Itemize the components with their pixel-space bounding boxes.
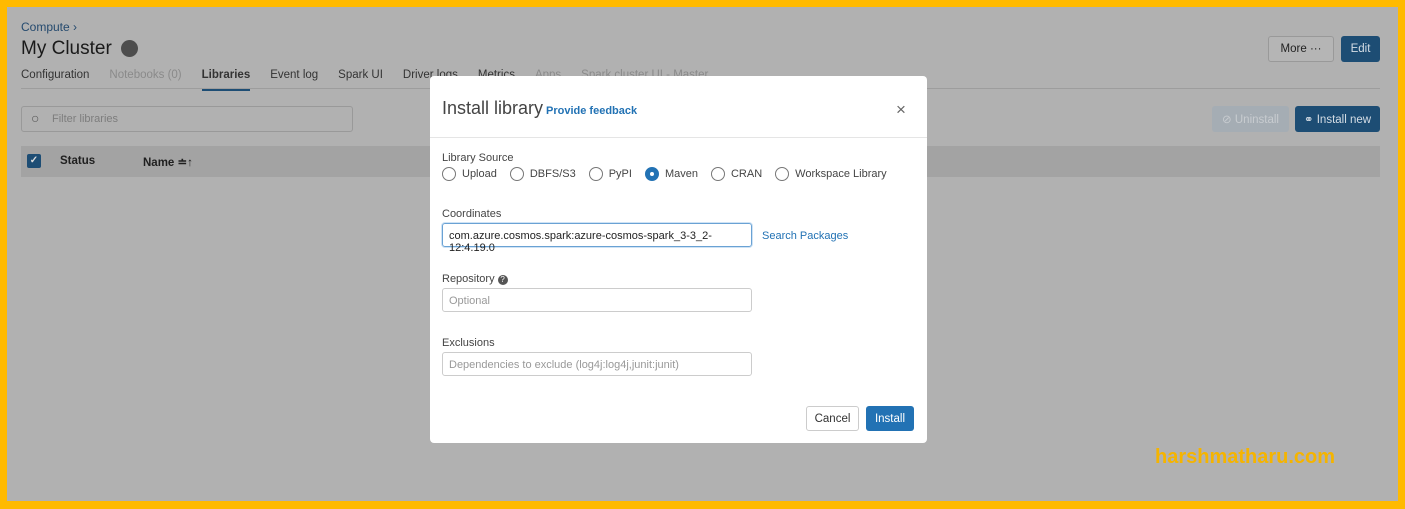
radio-dbfs[interactable]: DBFS/S3 bbox=[509, 167, 576, 181]
radio-label: Workspace Library bbox=[795, 168, 887, 180]
help-icon[interactable]: ? bbox=[497, 275, 508, 285]
radio-pypi[interactable]: PyPI bbox=[588, 167, 632, 181]
library-source-radios: Upload DBFS/S3 PyPI Maven CRAN Workspace… bbox=[442, 167, 887, 181]
dialog-title-text: Install library bbox=[442, 98, 544, 118]
install-library-dialog: Install library Provide feedback × Librar… bbox=[430, 76, 927, 443]
exclusions-input[interactable]: Dependencies to exclude (log4j:log4j,jun… bbox=[442, 352, 752, 376]
radio-circle[interactable] bbox=[442, 167, 456, 181]
column-status[interactable]: Status bbox=[60, 155, 95, 167]
radio-circle[interactable] bbox=[588, 167, 603, 181]
radio-maven[interactable]: Maven bbox=[644, 167, 698, 181]
edit-button[interactable]: Edit bbox=[1341, 36, 1380, 62]
radio-circle[interactable] bbox=[710, 167, 725, 181]
radio-upload[interactable]: Upload bbox=[442, 167, 497, 181]
search-icon: ○ bbox=[31, 110, 40, 126]
radio-label: DBFS/S3 bbox=[529, 168, 576, 180]
search-packages-link[interactable]: Search Packages bbox=[762, 230, 848, 242]
radio-cran[interactable]: CRAN bbox=[710, 167, 763, 181]
exclusions-label: Exclusions bbox=[442, 337, 495, 349]
cluster-status-icon bbox=[121, 40, 138, 57]
radio-label: Maven bbox=[664, 168, 698, 180]
select-all-checkbox[interactable]: ✓ bbox=[27, 154, 41, 168]
close-icon[interactable]: × bbox=[896, 100, 906, 120]
uninstall-button[interactable]: ⊘ Uninstall bbox=[1212, 106, 1289, 132]
radio-workspace-library[interactable]: Workspace Library bbox=[775, 167, 887, 181]
radio-circle[interactable] bbox=[775, 167, 790, 181]
more-button[interactable]: More ··· bbox=[1268, 36, 1334, 62]
radio-label: CRAN bbox=[730, 168, 763, 180]
watermark: harshmatharu.com bbox=[1155, 446, 1336, 468]
radio-circle-selected[interactable] bbox=[644, 167, 659, 181]
column-name[interactable]: Name ≐↑ bbox=[143, 155, 193, 169]
radio-circle[interactable] bbox=[509, 167, 524, 181]
page-title: My Cluster bbox=[21, 38, 112, 59]
install-new-button[interactable]: ⚭ Install new bbox=[1295, 106, 1380, 132]
radio-label: PyPI bbox=[608, 168, 632, 180]
repository-input[interactable]: Optional bbox=[442, 288, 752, 312]
repository-label-text: Repository bbox=[442, 273, 495, 285]
provide-feedback-link[interactable]: Provide feedback bbox=[546, 105, 637, 117]
coordinates-input[interactable]: com.azure.cosmos.spark:azure-cosmos-spar… bbox=[442, 223, 752, 254]
filter-libraries-input[interactable]: Filter libraries bbox=[21, 106, 353, 132]
radio-label: Upload bbox=[462, 168, 497, 180]
install-button[interactable]: Install bbox=[866, 406, 914, 431]
dialog-title: Install library Provide feedback bbox=[442, 98, 637, 119]
library-source-label: Library Source bbox=[442, 152, 514, 164]
divider bbox=[430, 137, 927, 138]
cancel-button[interactable]: Cancel bbox=[806, 406, 859, 431]
breadcrumb[interactable]: Compute › bbox=[21, 20, 77, 34]
repository-label: Repository? bbox=[442, 273, 508, 285]
coordinates-label: Coordinates bbox=[442, 208, 502, 220]
